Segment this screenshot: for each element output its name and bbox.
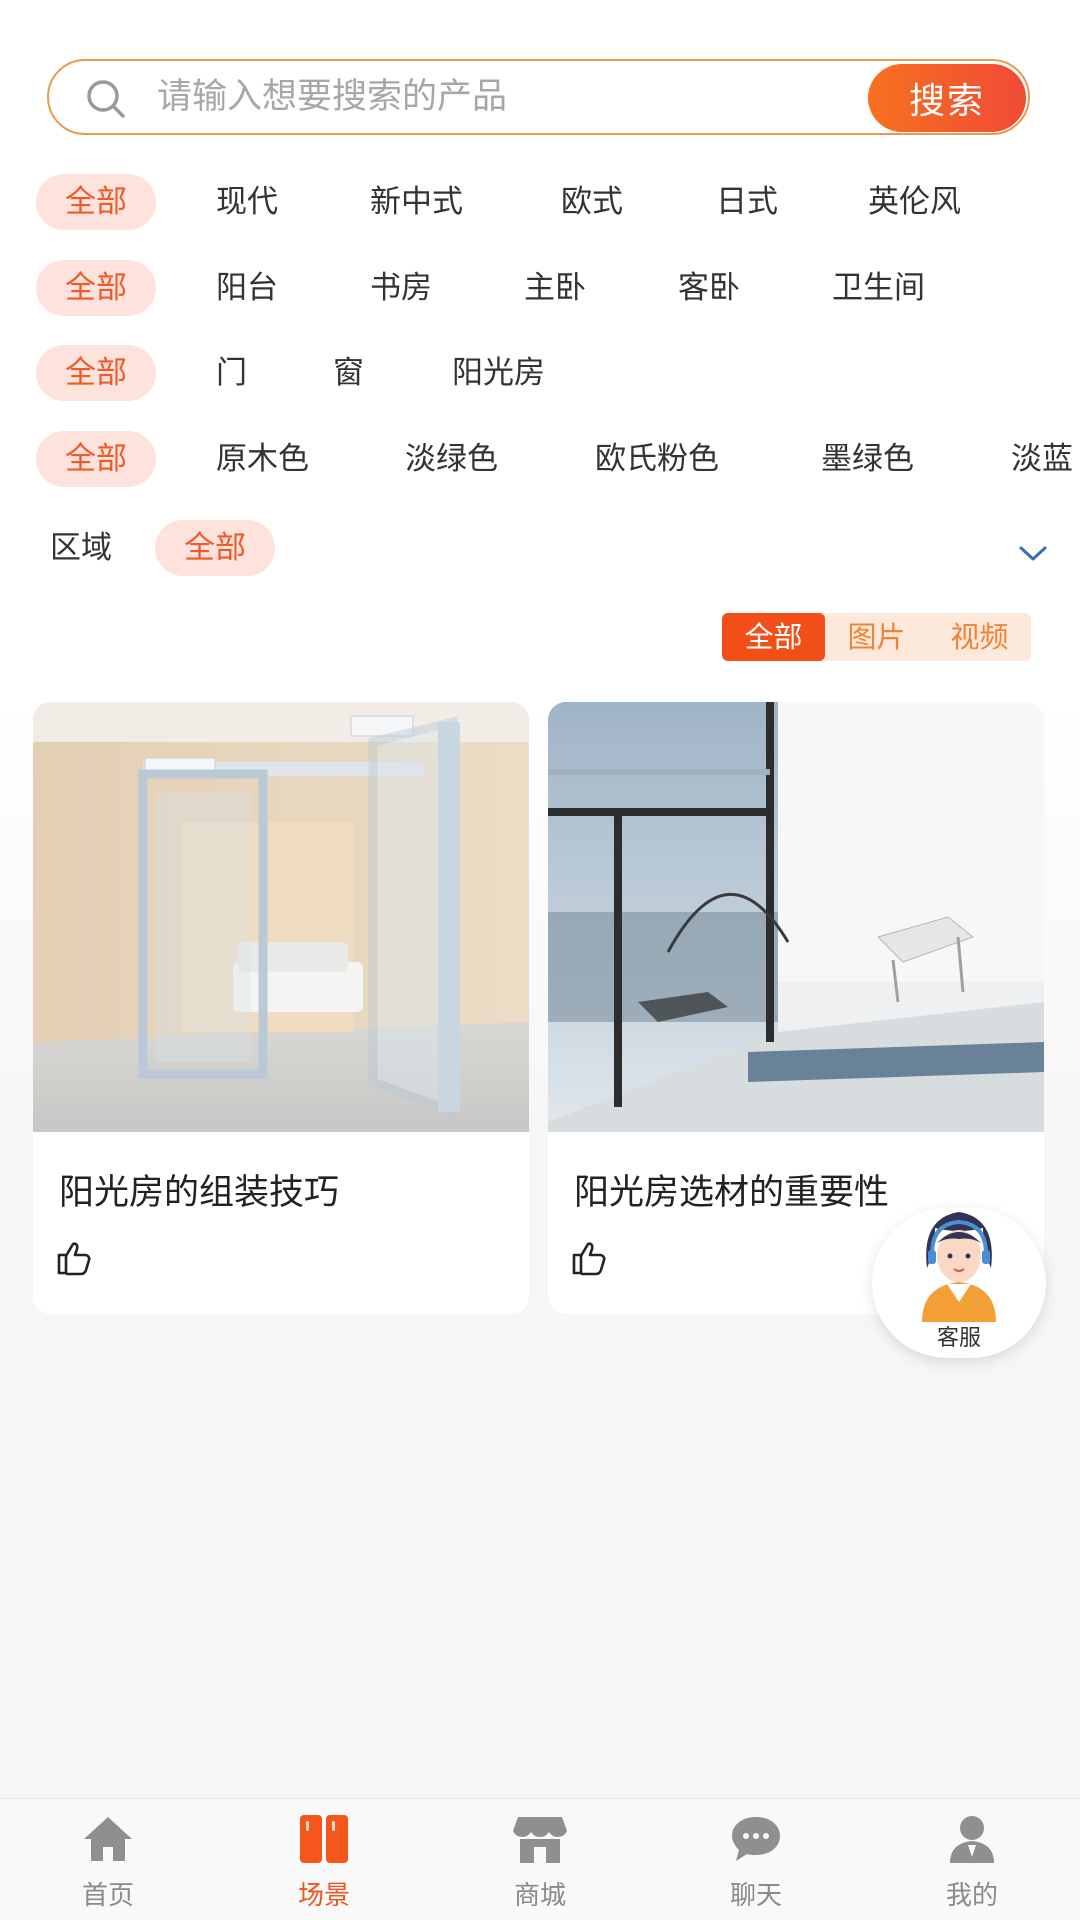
chat-icon: [732, 1817, 780, 1861]
room-chip-study[interactable]: 书房: [370, 260, 432, 316]
media-type-toggle: 全部 图片 视频: [722, 613, 1031, 661]
scene-icon: [300, 1815, 348, 1863]
region-filter-row: 区域 全部: [0, 520, 1080, 580]
region-label: 区域: [50, 530, 112, 566]
room-chip-balcony[interactable]: 阳台: [216, 260, 278, 316]
tab-scene[interactable]: 场景: [216, 1799, 432, 1920]
tab-chat-label: 聊天: [729, 1881, 782, 1911]
style-chip-all[interactable]: 全部: [36, 174, 156, 230]
media-option-image[interactable]: 图片: [825, 613, 928, 661]
sunroom-glass-balcony-photo: [548, 702, 1044, 1132]
search-button[interactable]: 搜索: [868, 64, 1026, 132]
region-chip-all[interactable]: 全部: [155, 520, 275, 576]
room-chip-all[interactable]: 全部: [36, 260, 156, 316]
thumbs-up-icon[interactable]: [570, 1238, 610, 1278]
home-icon: [84, 1817, 132, 1861]
card-title: 阳光房选材的重要性: [574, 1173, 890, 1213]
search-icon: [87, 80, 125, 118]
color-chip-natural-wood[interactable]: 原木色: [216, 431, 309, 487]
tab-home[interactable]: 首页: [0, 1799, 216, 1920]
style-chip-modern[interactable]: 现代: [216, 174, 278, 230]
style-chip-japanese[interactable]: 日式: [716, 174, 778, 230]
type-filter-row: 全部 门 窗 阳光房: [0, 345, 1080, 405]
type-chip-door[interactable]: 门: [216, 345, 247, 401]
agent-avatar-icon: [922, 1212, 996, 1322]
type-chip-window[interactable]: 窗: [333, 345, 364, 401]
media-option-all[interactable]: 全部: [722, 613, 825, 661]
style-chip-european[interactable]: 欧式: [561, 174, 623, 230]
thumbs-up-icon[interactable]: [55, 1238, 95, 1278]
tab-store-label: 商城: [513, 1881, 566, 1911]
customer-service-label: 客服: [936, 1326, 981, 1351]
room-chip-master-bedroom[interactable]: 主卧: [524, 260, 586, 316]
media-option-video[interactable]: 视频: [928, 613, 1031, 661]
room-filter-row: 全部 阳台 书房 主卧 客卧 卫生间: [0, 260, 1080, 320]
tab-home-label: 首页: [81, 1881, 134, 1911]
room-chip-guest-bedroom[interactable]: 客卧: [678, 260, 740, 316]
bottom-tab-bar: 首页 场景 商城 聊天 我的: [0, 1798, 1080, 1920]
color-chip-light-blue[interactable]: 淡蓝: [1011, 431, 1073, 487]
style-chip-british[interactable]: 英伦风: [868, 174, 961, 230]
tab-profile-label: 我的: [945, 1881, 998, 1911]
style-chip-new-chinese[interactable]: 新中式: [370, 174, 463, 230]
customer-service-button[interactable]: 客服: [872, 1208, 1046, 1358]
tab-chat[interactable]: 聊天: [648, 1799, 864, 1920]
color-chip-all[interactable]: 全部: [36, 431, 156, 487]
chevron-down-icon[interactable]: [1015, 536, 1051, 572]
automatic-glass-door-photo: [33, 702, 529, 1132]
color-chip-light-green[interactable]: 淡绿色: [405, 431, 498, 487]
scene-card[interactable]: 阳光房的组装技巧: [33, 702, 529, 1314]
tab-scene-label: 场景: [297, 1881, 350, 1911]
card-title: 阳光房的组装技巧: [59, 1173, 340, 1213]
profile-icon: [950, 1816, 994, 1863]
search-bar: 搜索: [47, 59, 1030, 135]
color-chip-dark-green[interactable]: 墨绿色: [821, 431, 914, 487]
store-icon: [513, 1817, 567, 1863]
type-chip-sunroom[interactable]: 阳光房: [452, 345, 545, 401]
room-chip-bathroom[interactable]: 卫生间: [832, 260, 925, 316]
color-filter-row: 全部 原木色 淡绿色 欧氏粉色 墨绿色 淡蓝: [0, 431, 1080, 491]
search-input[interactable]: [157, 61, 857, 133]
tab-profile[interactable]: 我的: [864, 1799, 1080, 1920]
tab-store[interactable]: 商城: [432, 1799, 648, 1920]
color-chip-european-pink[interactable]: 欧氏粉色: [595, 431, 719, 487]
type-chip-all[interactable]: 全部: [36, 345, 156, 401]
style-filter-row: 全部 现代 新中式 欧式 日式 英伦风: [0, 174, 1080, 234]
